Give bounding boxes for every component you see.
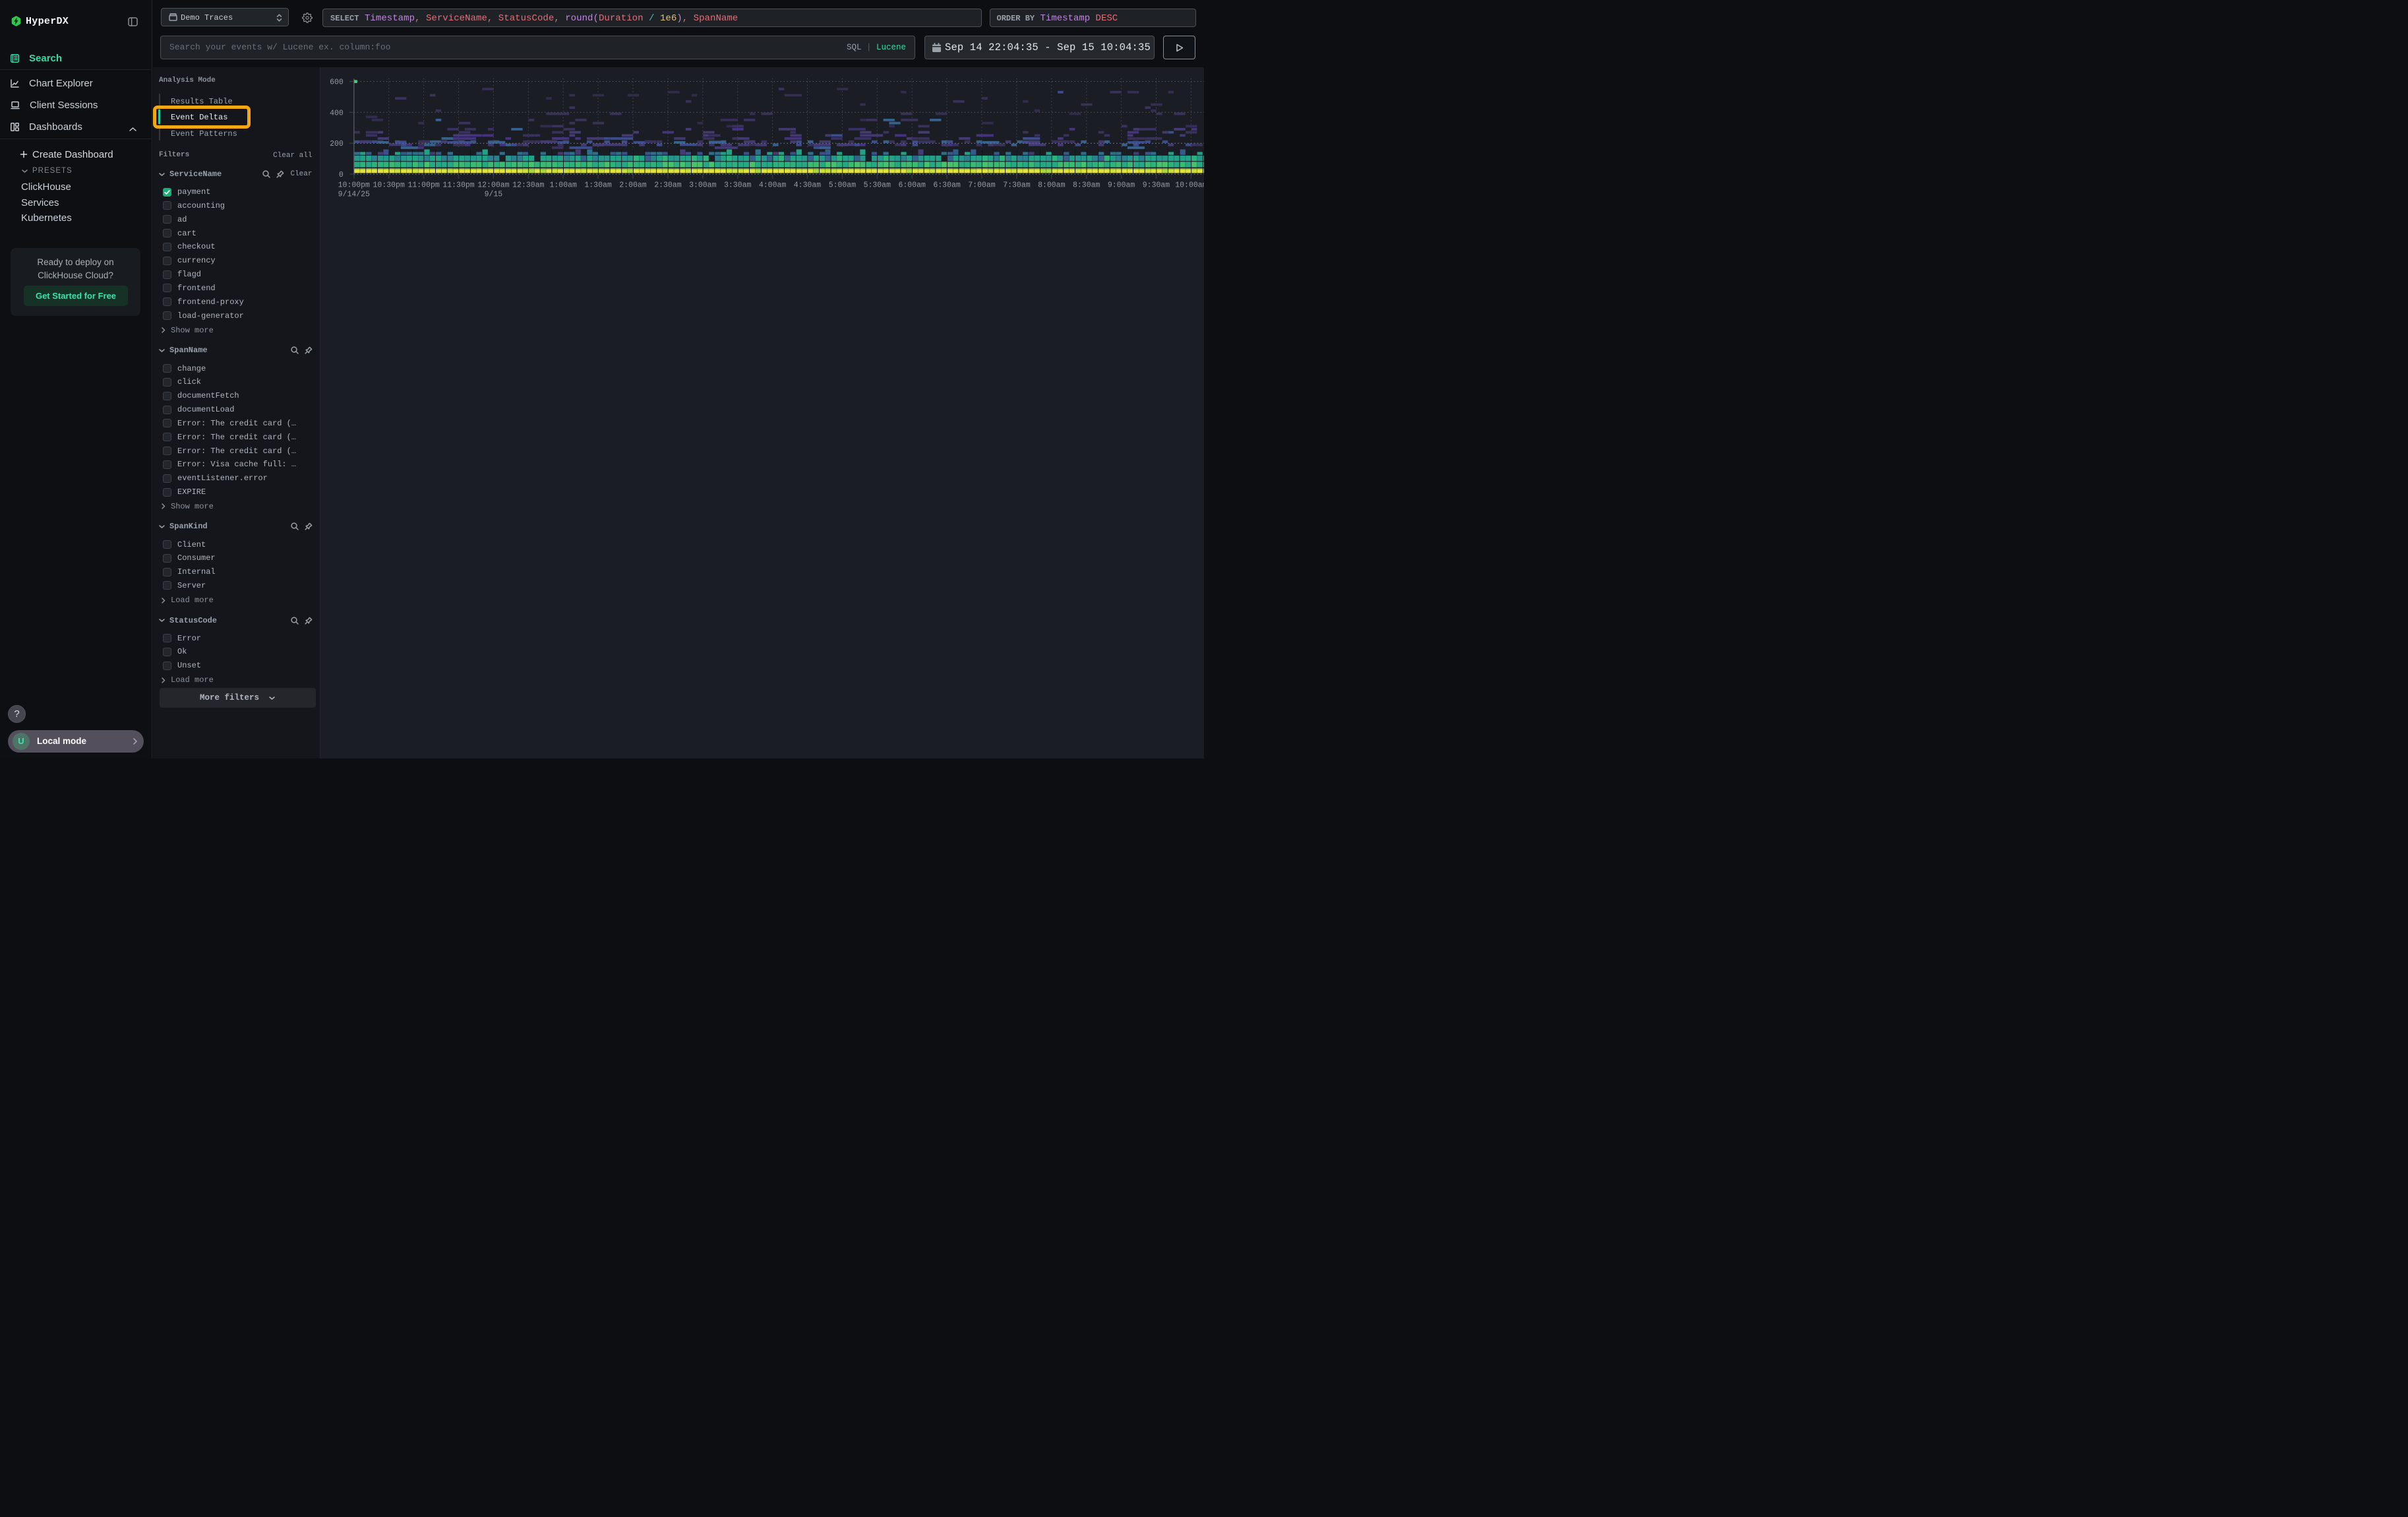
svg-text:5:00am: 5:00am [828,181,856,189]
svg-text:0: 0 [338,171,343,179]
svg-text:12:00am: 12:00am [477,181,509,189]
svg-text:12:30am: 12:30am [512,181,544,189]
svg-text:9:30am: 9:30am [1142,181,1170,189]
svg-text:4:30am: 4:30am [793,181,821,189]
svg-text:10:00am: 10:00am [1175,181,1204,189]
svg-text:1:00am: 1:00am [549,181,577,189]
svg-text:9/15: 9/15 [484,190,502,199]
svg-text:2:00am: 2:00am [619,181,647,189]
svg-text:6:30am: 6:30am [933,181,961,189]
svg-text:10:30pm: 10:30pm [373,181,404,189]
svg-text:9:00am: 9:00am [1107,181,1135,189]
svg-text:10:00pm: 10:00pm [338,181,369,189]
svg-text:2:30am: 2:30am [654,181,682,189]
svg-text:3:30am: 3:30am [723,181,751,189]
svg-text:3:00am: 3:00am [689,181,717,189]
svg-text:1:30am: 1:30am [584,181,612,189]
svg-text:6:00am: 6:00am [898,181,926,189]
svg-text:11:00pm: 11:00pm [407,181,439,189]
svg-text:400: 400 [330,109,344,117]
svg-text:4:00am: 4:00am [758,181,786,189]
svg-text:5:30am: 5:30am [863,181,891,189]
svg-text:600: 600 [330,78,344,86]
svg-text:200: 200 [330,140,344,148]
svg-text:8:30am: 8:30am [1072,181,1100,189]
svg-text:9/14/25: 9/14/25 [338,190,369,199]
svg-text:7:30am: 7:30am [1003,181,1031,189]
svg-text:7:00am: 7:00am [968,181,996,189]
svg-text:11:30pm: 11:30pm [442,181,474,189]
svg-text:8:00am: 8:00am [1038,181,1066,189]
